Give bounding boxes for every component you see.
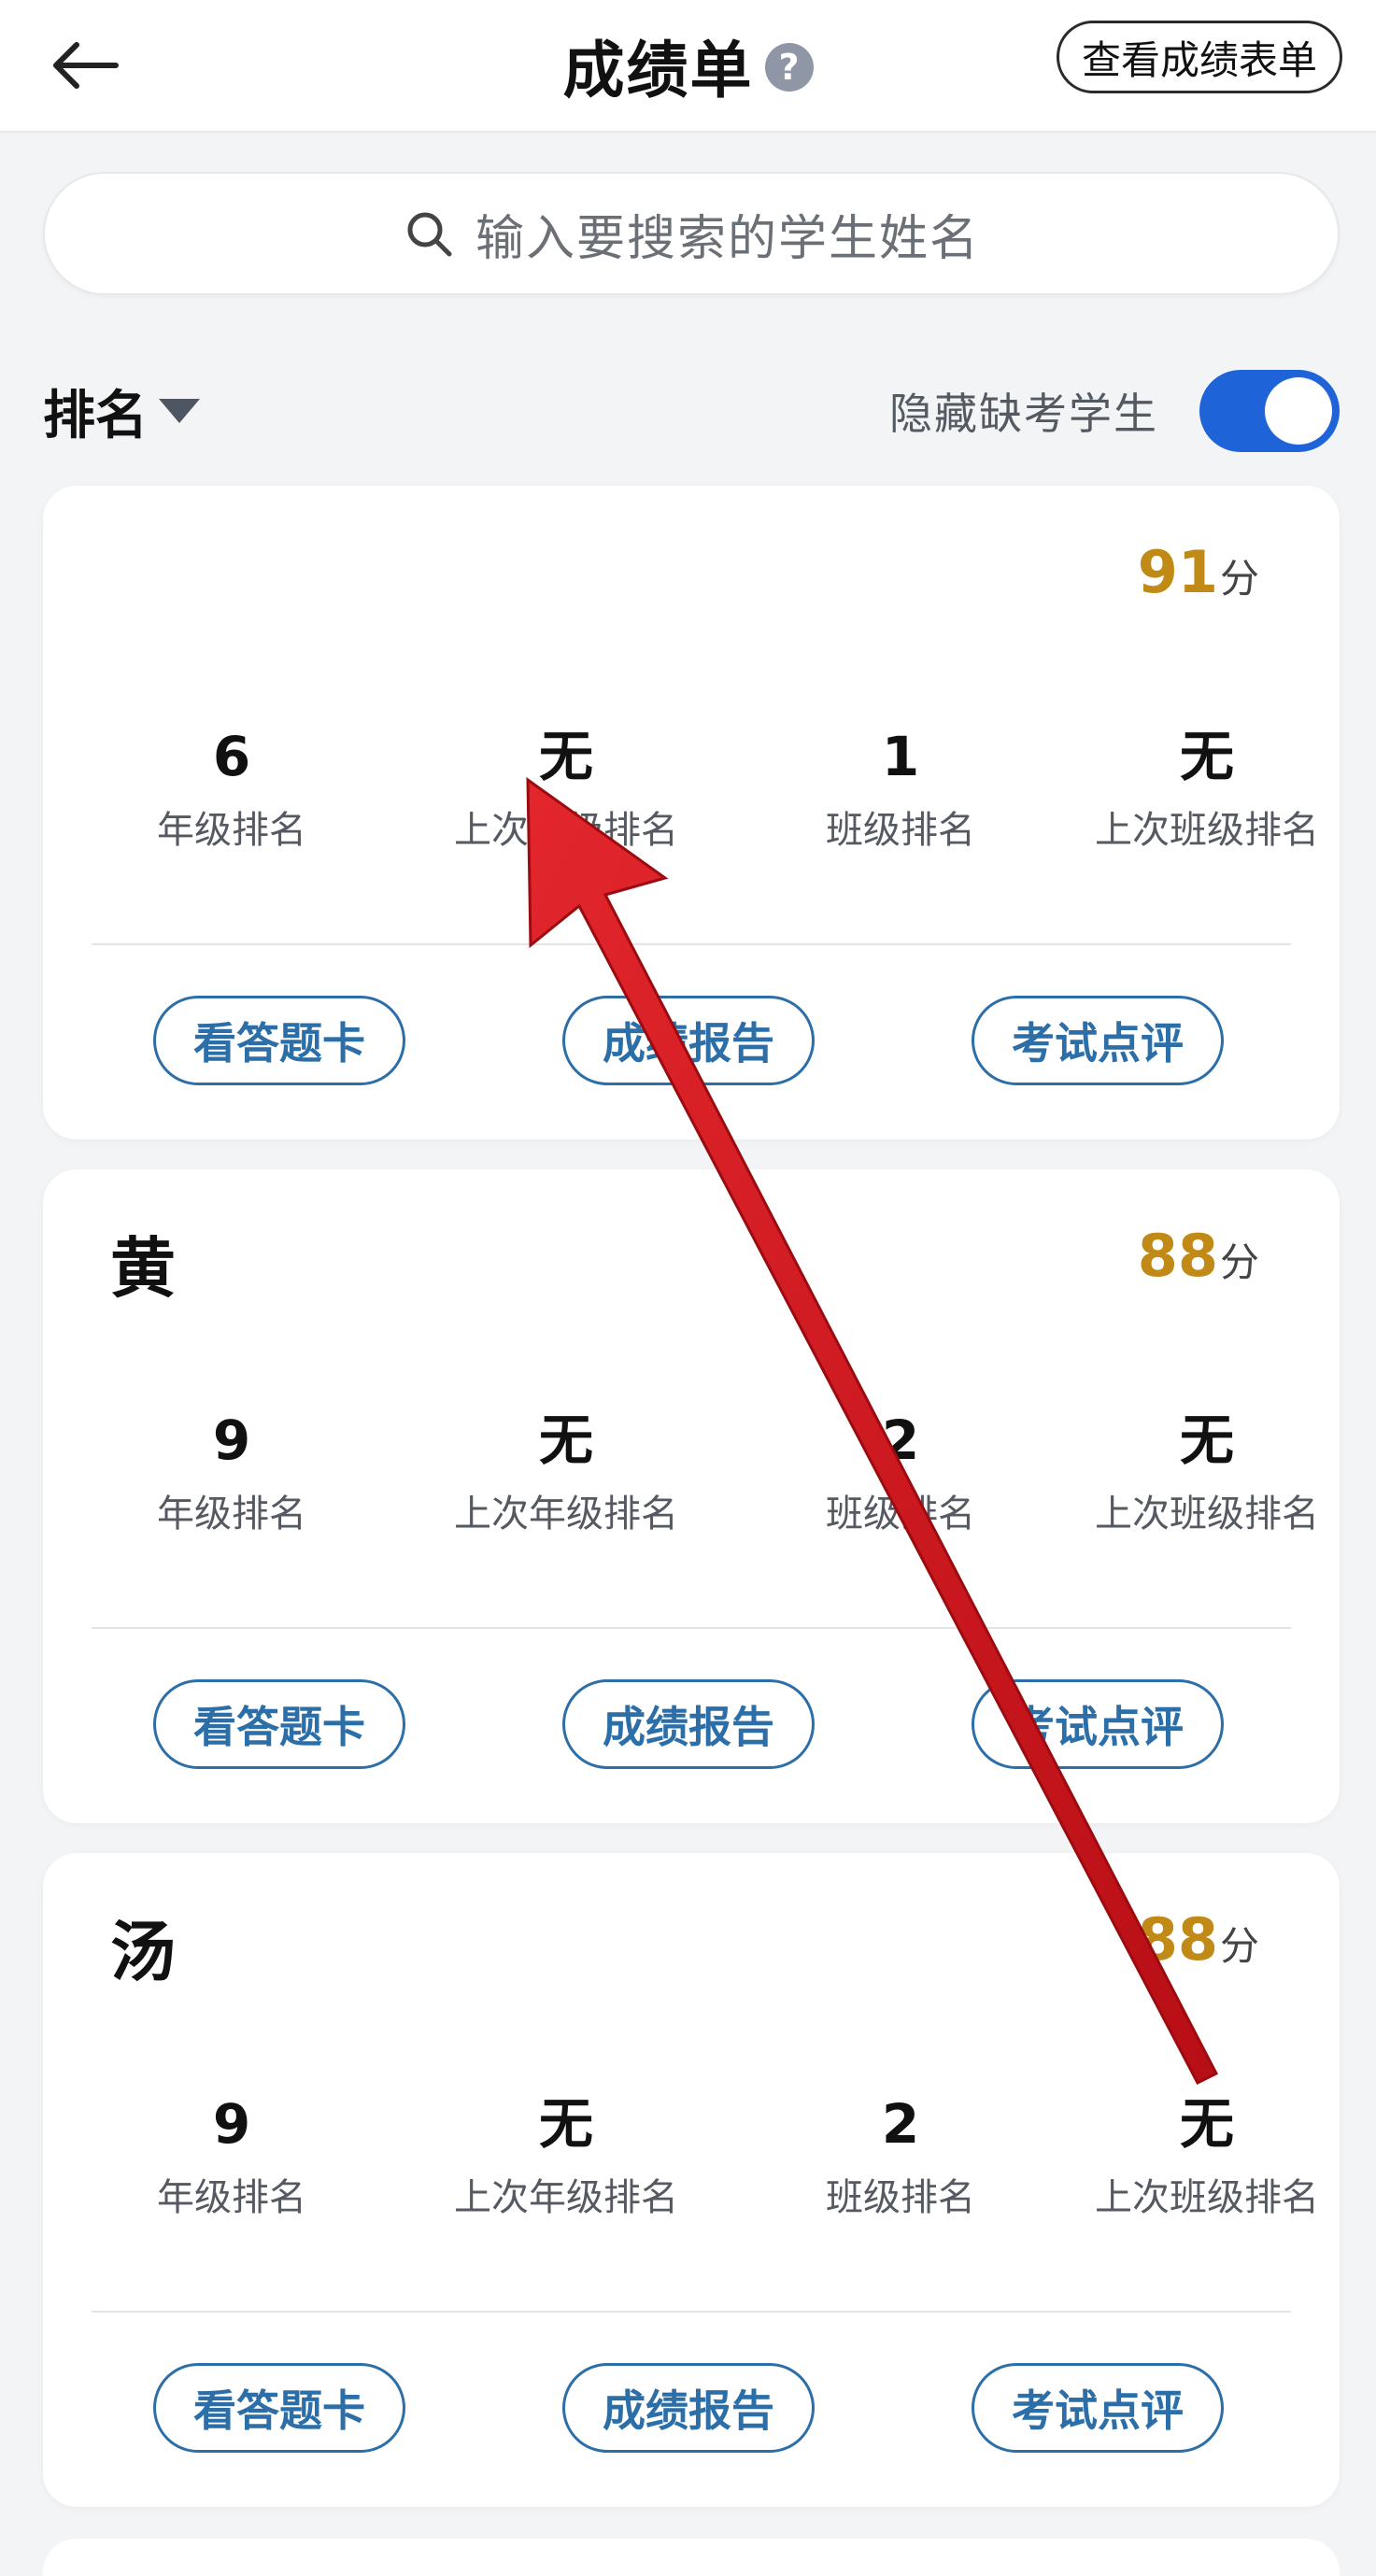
grade-rank-label: 年级排名	[157, 809, 306, 852]
prev-class-rank-label: 上次班级排名	[1095, 2176, 1319, 2219]
card-actions: 看答题卡 成绩报告 考试点评	[43, 2363, 1340, 2456]
prev-grade-rank-stat: 无 上次年级排名	[426, 1403, 706, 1537]
grade-rank-label: 年级排名	[157, 2176, 306, 2219]
view-answer-sheet-button[interactable]: 看答题卡	[153, 2363, 405, 2453]
card-divider	[92, 1627, 1291, 1629]
hide-absent-label: 隐藏缺考学生	[889, 389, 1158, 439]
card-actions: 看答题卡 成绩报告 考试点评	[43, 1679, 1340, 1773]
score-value: 91	[1137, 538, 1218, 606]
hide-absent-control: 隐藏缺考学生	[889, 369, 1340, 453]
sort-label: 排名	[43, 385, 148, 446]
prev-class-rank-value: 无	[1179, 1408, 1234, 1472]
class-rank-label: 班级排名	[826, 809, 975, 852]
prev-grade-rank-stat: 无 上次年级排名	[426, 719, 706, 854]
prev-class-rank-stat: 无 上次班级排名	[1067, 2087, 1347, 2221]
prev-class-rank-value: 无	[1179, 725, 1234, 788]
filter-row: 排名 隐藏缺考学生	[43, 369, 1340, 453]
top-app-bar: 成绩单 ? 查看成绩表单	[0, 0, 1376, 133]
prev-grade-rank-value: 无	[538, 1408, 593, 1472]
class-rank-value: 2	[881, 2092, 920, 2156]
page-title: 成绩单	[562, 35, 754, 106]
prev-grade-rank-label: 上次年级排名	[454, 1493, 678, 1536]
view-answer-sheet-button[interactable]: 看答题卡	[153, 996, 405, 1085]
exam-comment-button[interactable]: 考试点评	[972, 1679, 1224, 1769]
student-score: 88 分	[1138, 1222, 1259, 1290]
grade-rank-value: 6	[212, 725, 251, 788]
class-rank-stat: 1 班级排名	[760, 719, 1041, 854]
score-report-button[interactable]: 成绩报告	[562, 996, 815, 1085]
exam-comment-button[interactable]: 考试点评	[972, 996, 1224, 1085]
grade-rank-stat: 9 年级排名	[92, 1403, 372, 1537]
student-name: 汤	[110, 1914, 176, 1990]
rank-stats: 9 年级排名 无 上次年级排名 2 班级排名 无 上次班级排名	[43, 2087, 1340, 2236]
prev-grade-rank-stat: 无 上次年级排名	[426, 2087, 706, 2221]
student-card: 汤 88 分 9 年级排名 无 上次年级排名 2 班级排名 无 上次班级排名 看…	[43, 1853, 1340, 2507]
prev-grade-rank-value: 无	[538, 725, 593, 788]
prev-class-rank-stat: 无 上次班级排名	[1067, 1403, 1347, 1537]
class-rank-value: 2	[881, 1408, 920, 1472]
student-score: 88 分	[1138, 1905, 1259, 1974]
help-icon[interactable]: ?	[764, 43, 814, 92]
exam-comment-button[interactable]: 考试点评	[972, 2363, 1224, 2453]
prev-class-rank-label: 上次班级排名	[1095, 809, 1319, 852]
score-unit: 分	[1219, 556, 1259, 602]
search-placeholder: 输入要搜索的学生姓名	[475, 210, 980, 267]
grade-rank-stat: 6 年级排名	[92, 719, 372, 854]
score-report-button[interactable]: 成绩报告	[562, 1679, 815, 1769]
score-value: 88	[1137, 1905, 1218, 1974]
score-unit: 分	[1219, 1923, 1259, 1969]
prev-class-rank-stat: 无 上次班级排名	[1067, 719, 1347, 854]
class-rank-value: 1	[881, 725, 920, 788]
student-card: 91 分 6 年级排名 无 上次年级排名 1 班级排名 无 上次班级排名 看答题…	[43, 486, 1340, 1139]
student-score: 91 分	[1138, 538, 1259, 606]
grade-rank-stat: 9 年级排名	[92, 2087, 372, 2221]
card-divider	[92, 943, 1291, 945]
score-value: 88	[1137, 1222, 1218, 1290]
prev-grade-rank-label: 上次年级排名	[454, 2176, 678, 2219]
score-report-button[interactable]: 成绩报告	[562, 2363, 815, 2453]
search-icon	[407, 212, 452, 257]
student-search-input[interactable]: 输入要搜索的学生姓名	[43, 172, 1340, 295]
rank-stats: 6 年级排名 无 上次年级排名 1 班级排名 无 上次班级排名	[43, 719, 1340, 869]
prev-grade-rank-label: 上次年级排名	[454, 809, 678, 852]
class-rank-stat: 2 班级排名	[760, 2087, 1041, 2221]
class-rank-label: 班级排名	[826, 1493, 975, 1536]
rank-stats: 9 年级排名 无 上次年级排名 2 班级排名 无 上次班级排名	[43, 1403, 1340, 1552]
prev-grade-rank-value: 无	[538, 2092, 593, 2156]
caret-down-icon	[159, 399, 200, 423]
view-score-table-button[interactable]: 查看成绩表单	[1056, 21, 1342, 93]
class-rank-stat: 2 班级排名	[760, 1403, 1041, 1537]
card-divider	[92, 2311, 1291, 2313]
class-rank-label: 班级排名	[826, 2176, 975, 2219]
prev-class-rank-label: 上次班级排名	[1095, 1493, 1319, 1536]
hide-absent-toggle[interactable]	[1199, 370, 1340, 452]
student-name: 黄	[110, 1230, 176, 1307]
sort-dropdown[interactable]: 排名	[43, 369, 200, 453]
student-card: 黄 88 分 9 年级排名 无 上次年级排名 2 班级排名 无 上次班级排名 看…	[43, 1169, 1340, 1823]
grade-rank-label: 年级排名	[157, 1493, 306, 1536]
student-card-partial	[43, 2539, 1340, 2576]
prev-class-rank-value: 无	[1179, 2092, 1234, 2156]
grade-rank-value: 9	[212, 1408, 251, 1472]
card-actions: 看答题卡 成绩报告 考试点评	[43, 996, 1340, 1089]
view-answer-sheet-button[interactable]: 看答题卡	[153, 1679, 405, 1769]
grade-rank-value: 9	[212, 2092, 251, 2156]
score-unit: 分	[1219, 1239, 1259, 1285]
toggle-knob	[1265, 377, 1332, 445]
